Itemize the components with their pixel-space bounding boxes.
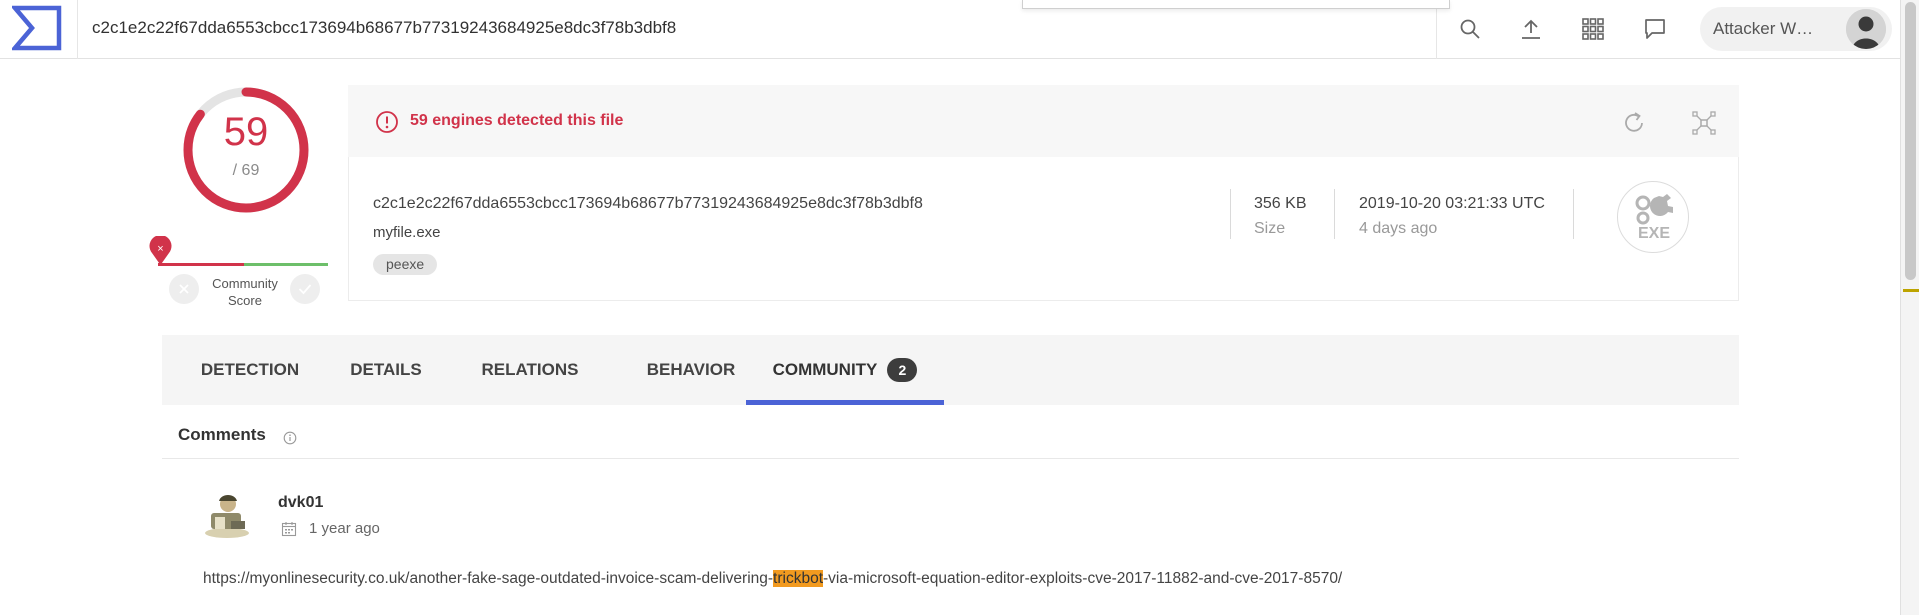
chat-icon[interactable] (1635, 10, 1675, 48)
scan-date-relative: 4 days ago (1359, 220, 1438, 237)
file-hash: c2c1e2c22f67dda6553cbcc173694b68677b7731… (373, 195, 923, 212)
divider (1573, 189, 1574, 239)
page-scrollbar[interactable] (1900, 0, 1919, 615)
community-score-marker-icon: × (149, 236, 172, 265)
file-tag[interactable]: peexe (373, 254, 438, 275)
file-name: myfile.exe (373, 224, 441, 241)
gears-icon: EXE (1635, 194, 1673, 242)
detection-alert-text: 59 engines detected this file (410, 112, 624, 129)
community-score-bad-segment (158, 263, 244, 266)
divider (1334, 189, 1335, 239)
comment-body: https://myonlinesecurity.co.uk/another-f… (203, 570, 1342, 588)
top-bar: Attacker W… (0, 0, 1900, 59)
tab-detection[interactable]: DETECTION (189, 335, 311, 405)
detection-summary-header: 59 engines detected this file (348, 85, 1739, 157)
tab-behavior[interactable]: BEHAVIOR (626, 335, 756, 405)
report-tabs: DETECTION DETAILS RELATIONS BEHAVIOR COM… (162, 335, 1739, 405)
graph-view-button[interactable] (1688, 107, 1720, 139)
tab-relations[interactable]: RELATIONS (464, 335, 596, 405)
check-icon (298, 284, 312, 295)
commenter-avatar[interactable] (201, 491, 253, 539)
comment-timestamp: 1 year ago (309, 520, 380, 537)
search-icon[interactable] (1450, 10, 1490, 48)
tab-details[interactable]: DETAILS (340, 335, 432, 405)
vote-harmless-button[interactable] (290, 274, 320, 304)
upload-icon[interactable] (1511, 10, 1551, 48)
scrollbar-marker (1903, 289, 1919, 292)
vote-malicious-button[interactable] (169, 274, 199, 304)
scan-date-value: 2019-10-20 03:21:33 UTC (1359, 195, 1545, 212)
virustotal-logo[interactable] (12, 5, 62, 51)
search-input[interactable] (92, 14, 992, 42)
comment-highlight: trickbot (773, 570, 824, 587)
comments-header: Comments (162, 412, 1739, 459)
community-score-good-segment (244, 263, 328, 266)
detection-total: / 69 (232, 162, 260, 179)
refresh-icon (1625, 112, 1643, 132)
user-menu[interactable]: Attacker W… (1700, 7, 1892, 51)
comments-title: Comments (178, 425, 266, 444)
comment-text: https://myonlinesecurity.co.uk/another-f… (203, 570, 774, 587)
search-suggestions-dropdown (1022, 0, 1450, 9)
tab-community[interactable]: COMMUNITY 2 (746, 335, 944, 405)
info-icon[interactable] (283, 431, 297, 445)
calendar-icon (281, 522, 297, 537)
file-size-value: 356 KB (1254, 195, 1307, 212)
file-size-label: Size (1254, 220, 1286, 237)
apps-grid-icon[interactable] (1573, 10, 1613, 48)
community-count-badge: 2 (887, 358, 918, 382)
graph-icon (1692, 111, 1716, 135)
user-avatar (1846, 9, 1886, 49)
file-info-card: c2c1e2c22f67dda6553cbcc173694b68677b7731… (348, 157, 1739, 301)
community-score-bar (158, 263, 328, 266)
divider (1230, 189, 1231, 239)
file-type-badge: EXE (1617, 181, 1689, 253)
commenter-name[interactable]: dvk01 (278, 494, 323, 512)
svg-text:×: × (157, 243, 163, 255)
user-name: Attacker W… (1713, 19, 1814, 38)
detection-count: 59 (223, 110, 269, 154)
close-icon (179, 284, 189, 294)
community-score-label: Community Score (212, 276, 278, 308)
svg-text:EXE: EXE (1638, 225, 1670, 242)
scrollbar-thumb[interactable] (1905, 2, 1916, 280)
alert-icon (376, 111, 398, 133)
reanalyze-button[interactable] (1618, 107, 1650, 139)
comment-text: -via-microsoft-equation-editor-exploits-… (823, 570, 1343, 587)
